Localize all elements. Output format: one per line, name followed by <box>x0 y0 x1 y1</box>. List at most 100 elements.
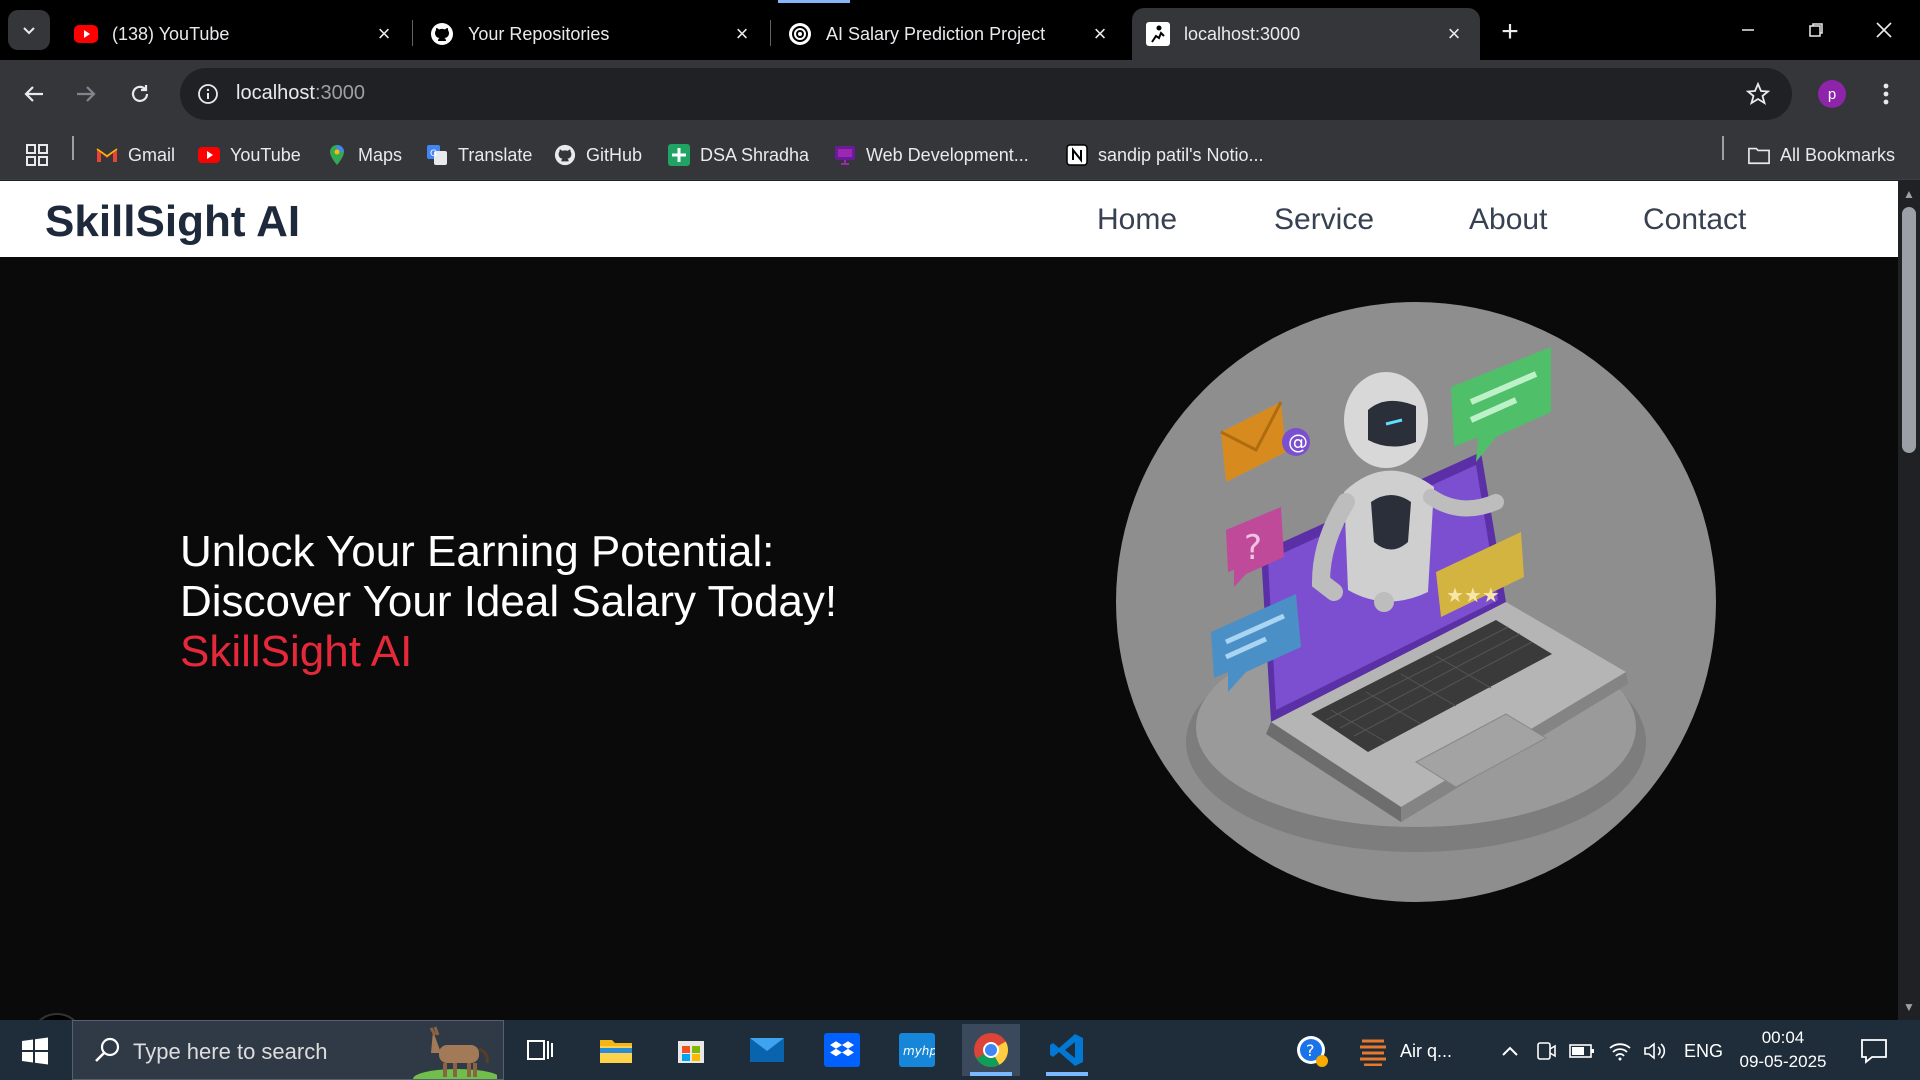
weather-air-quality-icon[interactable] <box>1356 1036 1390 1066</box>
tab-title: AI Salary Prediction Project <box>826 23 1046 44</box>
close-icon[interactable]: × <box>730 21 754 46</box>
minimize-button[interactable] <box>1714 0 1782 60</box>
wifi-icon[interactable] <box>1606 1036 1634 1066</box>
forward-button[interactable] <box>66 74 106 114</box>
translate-icon: G <box>426 144 448 166</box>
monitor-icon <box>834 144 856 166</box>
url-port: :3000 <box>314 82 365 104</box>
bookmark-github[interactable]: GitHub <box>554 140 642 170</box>
taskbar-file-explorer[interactable] <box>587 1024 645 1076</box>
profile-avatar[interactable]: p <box>1818 80 1846 108</box>
bookmark-label: All Bookmarks <box>1780 144 1896 165</box>
battery-icon[interactable] <box>1568 1036 1596 1066</box>
bookmarks-bar: Gmail YouTube Maps G Translate GitHub DS… <box>0 128 1920 180</box>
nextjs-dev-badge[interactable]: N <box>30 1013 84 1020</box>
taskbar-task-view[interactable] <box>511 1024 569 1076</box>
restore-icon <box>1809 23 1823 37</box>
hero-headline-line1: Unlock Your Earning Potential: <box>180 527 775 576</box>
notification-center-button[interactable] <box>1856 1034 1892 1068</box>
svg-text:myhp: myhp <box>903 1044 935 1058</box>
bookmark-label: DSA Shradha <box>700 144 810 165</box>
scroll-up-arrow-icon[interactable]: ▲ <box>1902 187 1916 201</box>
nav-contact[interactable]: Contact <box>1643 203 1746 237</box>
folder-icon <box>1748 144 1770 166</box>
nav-service[interactable]: Service <box>1274 203 1374 237</box>
site-info-icon[interactable] <box>192 78 224 110</box>
close-window-button[interactable] <box>1850 0 1918 60</box>
github-icon <box>430 22 454 46</box>
bookmark-gmail[interactable]: Gmail <box>96 140 175 170</box>
taskbar-chrome[interactable] <box>962 1024 1020 1076</box>
meet-now-icon[interactable] <box>1534 1036 1558 1066</box>
svg-text:?: ? <box>1306 1041 1315 1060</box>
chrome-icon <box>974 1033 1008 1067</box>
youtube-icon <box>198 144 220 166</box>
address-bar[interactable]: localhost:3000 <box>180 68 1792 120</box>
reload-button[interactable] <box>120 74 160 114</box>
close-icon[interactable]: × <box>1442 21 1466 46</box>
task-view-icon <box>527 1040 553 1060</box>
tab-repositories[interactable]: Your Repositories × <box>416 8 768 60</box>
svg-text:@: @ <box>1288 430 1308 454</box>
taskbar-clock[interactable]: 00:04 09-05-2025 <box>1718 1026 1848 1074</box>
svg-text:?: ? <box>1244 528 1262 568</box>
tab-search-button[interactable] <box>8 10 50 50</box>
apps-button[interactable] <box>26 140 48 170</box>
notion-icon <box>1066 144 1088 166</box>
restore-button[interactable] <box>1782 0 1850 60</box>
page-viewport: SkillSight AI Home Service About Contact… <box>0 181 1898 1020</box>
bookmark-translate[interactable]: G Translate <box>426 140 532 170</box>
hero-text: Unlock Your Earning Potential: Discover … <box>180 527 940 677</box>
hero-headline-line2: Discover Your Ideal Salary Today! <box>180 577 838 626</box>
tab-salary-project[interactable]: AI Salary Prediction Project × <box>774 8 1126 60</box>
taskbar-microsoft-store[interactable] <box>662 1024 720 1076</box>
bookmark-dsa[interactable]: DSA Shradha <box>668 140 809 170</box>
weather-text[interactable]: Air q... <box>1400 1036 1452 1066</box>
all-bookmarks-button[interactable]: All Bookmarks <box>1748 140 1895 170</box>
help-tray-icon[interactable]: ? <box>1294 1036 1330 1067</box>
store-icon <box>678 1041 704 1063</box>
page-scrollbar[interactable]: ▲ ▼ <box>1898 181 1920 1020</box>
tab-loading-indicator <box>778 0 850 3</box>
search-placeholder: Type here to search <box>133 1039 328 1064</box>
myhp-icon: myhp <box>899 1033 935 1067</box>
tab-title: localhost:3000 <box>1184 23 1301 44</box>
taskbar-myhp[interactable]: myhp <box>888 1024 946 1076</box>
taskbar-vscode[interactable] <box>1038 1024 1096 1076</box>
tab-localhost[interactable]: localhost:3000 × <box>1132 8 1480 60</box>
scroll-thumb[interactable] <box>1902 207 1916 453</box>
bookmark-maps[interactable]: Maps <box>326 140 402 170</box>
svg-text:G: G <box>430 149 437 159</box>
bookmark-notion[interactable]: sandip patil's Notio... <box>1066 140 1264 170</box>
plus-icon: + <box>1501 15 1519 48</box>
bookmark-youtube[interactable]: YouTube <box>198 140 301 170</box>
show-hidden-icons-chevron-up-icon[interactable] <box>1498 1036 1522 1066</box>
taskbar-dropbox[interactable] <box>813 1024 871 1076</box>
volume-icon[interactable] <box>1642 1036 1668 1066</box>
new-tab-button[interactable]: + <box>1492 14 1528 50</box>
donkey-illustration <box>413 1026 497 1079</box>
nav-about[interactable]: About <box>1469 203 1547 237</box>
close-icon[interactable]: × <box>372 21 396 46</box>
close-icon[interactable]: × <box>1088 21 1112 46</box>
taskbar-mail[interactable] <box>738 1024 796 1076</box>
tab-youtube[interactable]: (138) YouTube × <box>60 8 410 60</box>
svg-text:★★★: ★★★ <box>1446 583 1500 607</box>
more-vertical-icon <box>1883 83 1889 105</box>
tab-strip: (138) YouTube × Your Repositories × AI S… <box>0 0 1920 60</box>
nav-home[interactable]: Home <box>1097 203 1177 237</box>
taskbar-search-box[interactable]: Type here to search <box>72 1020 504 1080</box>
url-text[interactable]: localhost:3000 <box>236 82 365 105</box>
start-button[interactable] <box>16 1034 54 1068</box>
site-brand[interactable]: SkillSight AI <box>45 197 300 247</box>
back-arrow-icon <box>24 86 43 102</box>
bookmark-star-icon[interactable] <box>1744 80 1772 108</box>
hero-section: Unlock Your Earning Potential: Discover … <box>0 257 1898 1020</box>
close-icon <box>1876 22 1892 38</box>
browser-menu-button[interactable] <box>1870 76 1902 112</box>
scroll-down-arrow-icon[interactable]: ▼ <box>1902 1000 1916 1014</box>
gmail-icon <box>96 144 118 166</box>
bookmark-webdev[interactable]: Web Development... <box>834 140 1029 170</box>
back-button[interactable] <box>14 74 54 114</box>
tab-separator <box>770 20 771 46</box>
